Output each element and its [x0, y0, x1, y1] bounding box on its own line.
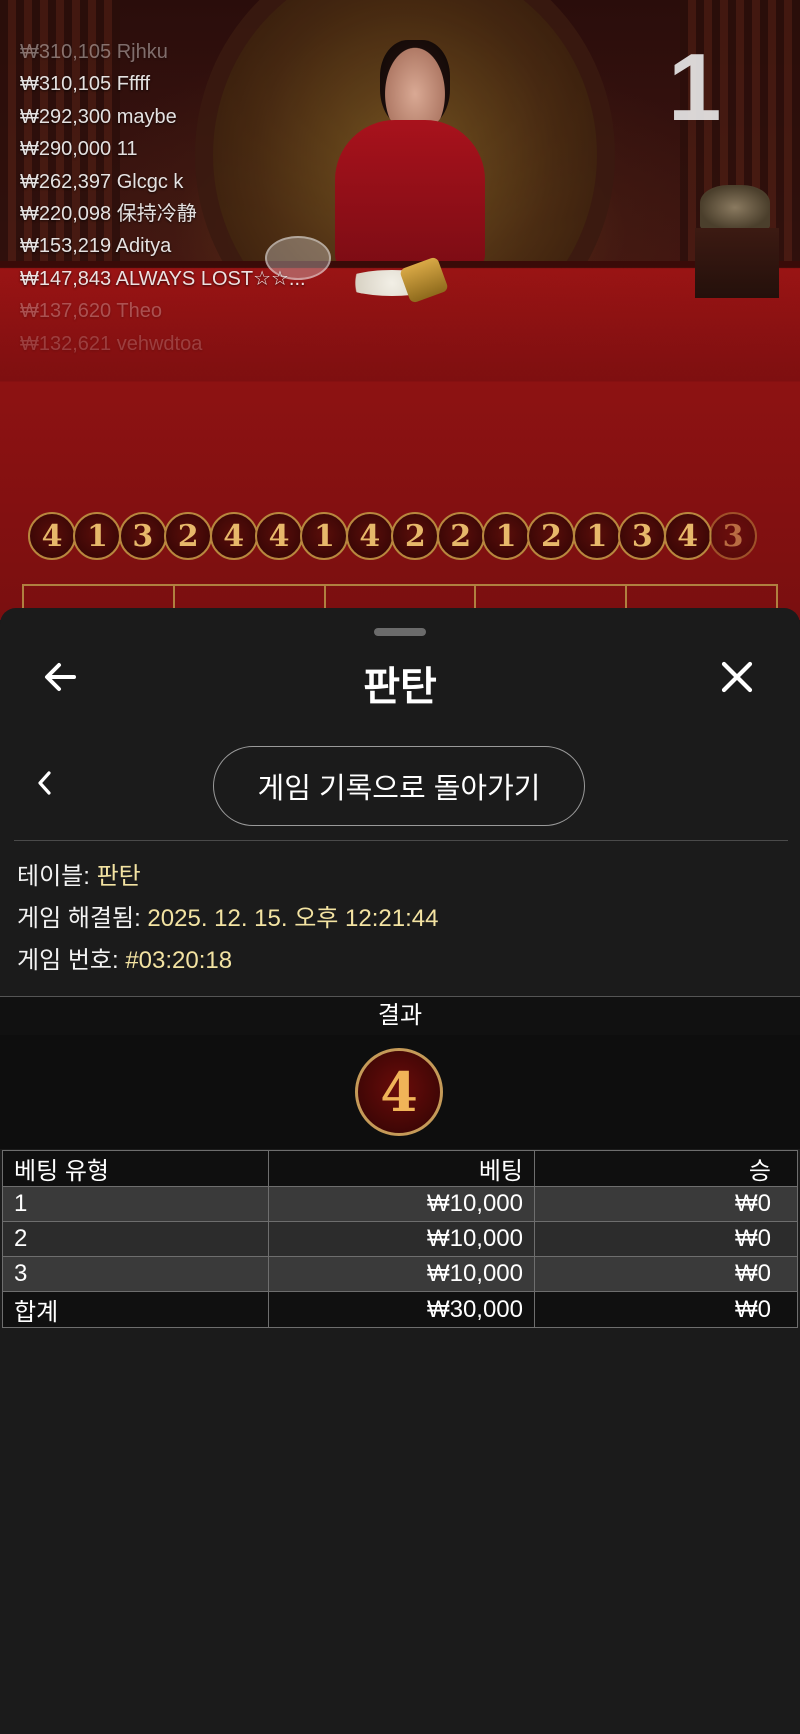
round-counter: 1 [668, 34, 722, 141]
history-result: 2 [391, 512, 440, 560]
winner-entry: ₩262,397 Glcgc k [20, 170, 184, 193]
winner-entry: ₩310,105 Fffff [20, 73, 151, 96]
game-detail-sheet: 판탄 게임 기록으로 돌아가기 테이블: 판탄 게임 해결됨: 2025. 12… [0, 608, 800, 1734]
close-icon[interactable] [716, 656, 758, 698]
dealer-dress [335, 120, 485, 270]
chevron-left-icon[interactable] [30, 768, 60, 798]
winner-entry: ₩220,098 保持冷静 [20, 203, 197, 226]
column-header-win: 승 [534, 1150, 798, 1187]
history-result: 3 [618, 512, 667, 560]
info-row-game-number: 게임 번호: #03:20:18 [17, 940, 438, 982]
total-label-cell: 합계 [2, 1291, 269, 1328]
bets-table: 베팅 유형 베팅 승 1 ₩10,000 ₩0 2 ₩10,000 ₩0 3 ₩… [2, 1150, 798, 1328]
result-display: 4 [0, 1035, 800, 1149]
winner-entry: ₩147,843 ALWAYS LOST☆☆... [20, 267, 306, 290]
bet-type-cell: 2 [2, 1221, 269, 1257]
history-result: 4 [28, 512, 76, 560]
results-history: 4 1 3 2 4 4 1 4 2 2 1 2 1 3 4 3 [28, 512, 758, 568]
column-header-bet-type: 베팅 유형 [2, 1150, 269, 1187]
dealer [380, 40, 450, 130]
winners-list: ₩310,105 Rjhku ₩310,105 Fffff ₩292,300 m… [20, 36, 306, 360]
resolved-value: 2025. 12. 15. 오후 12:21:44 [147, 905, 439, 932]
result-ball: 4 [355, 1048, 443, 1136]
winner-entry: ₩137,620 Theo [20, 300, 162, 323]
live-video-area: ₩310,105 Rjhku ₩310,105 Fffff ₩292,300 m… [0, 0, 800, 620]
history-result: 4 [209, 512, 258, 560]
history-result: 1 [300, 512, 349, 560]
history-result: 1 [572, 512, 621, 560]
table-header-row: 베팅 유형 베팅 승 [2, 1150, 798, 1187]
history-result: 4 [255, 512, 304, 560]
bet-type-cell: 1 [2, 1186, 269, 1222]
back-to-history-button[interactable]: 게임 기록으로 돌아가기 [213, 746, 585, 826]
dragon-statue [700, 185, 770, 230]
bet-amount-cell: ₩10,000 [268, 1221, 535, 1257]
win-amount-cell: ₩0 [534, 1256, 798, 1292]
history-result: 2 [164, 512, 213, 560]
table-label: 테이블: [17, 863, 90, 890]
winner-entry: ₩310,105 Rjhku [20, 41, 168, 63]
divider [14, 840, 788, 841]
game-info: 테이블: 판탄 게임 해결됨: 2025. 12. 15. 오후 12:21:4… [17, 856, 438, 982]
resolved-label: 게임 해결됨: [17, 905, 141, 932]
win-amount-cell: ₩0 [534, 1221, 798, 1257]
table-row: 3 ₩10,000 ₩0 [2, 1256, 798, 1292]
history-result: 4 [663, 512, 712, 560]
result-header: 결과 [0, 996, 800, 1036]
table-row: 2 ₩10,000 ₩0 [2, 1221, 798, 1257]
info-row-table: 테이블: 판탄 [17, 856, 438, 898]
info-row-resolved: 게임 해결됨: 2025. 12. 15. 오후 12:21:44 [17, 898, 438, 940]
total-row: 합계 ₩30,000 ₩0 [2, 1291, 798, 1328]
history-result: 2 [436, 512, 485, 560]
total-bet-cell: ₩30,000 [268, 1291, 535, 1328]
history-result: 3 [118, 512, 167, 560]
table-value: 판탄 [96, 863, 141, 890]
bet-type-cell: 3 [2, 1256, 269, 1292]
history-result: 2 [527, 512, 576, 560]
history-result: 1 [73, 512, 122, 560]
bet-amount-cell: ₩10,000 [268, 1256, 535, 1292]
winner-entry: ₩292,300 maybe [20, 105, 177, 128]
statue-stand [695, 228, 779, 298]
winner-entry: ₩290,000 11 [20, 138, 138, 161]
history-result: 1 [482, 512, 531, 560]
game-number-value: #03:20:18 [125, 947, 233, 974]
drag-handle[interactable] [374, 628, 426, 636]
win-amount-cell: ₩0 [534, 1186, 798, 1222]
total-win-cell: ₩0 [534, 1291, 798, 1328]
sheet-title: 판탄 [363, 665, 437, 709]
winner-entry: ₩153,219 Aditya [20, 235, 172, 258]
winner-entry: ₩132,621 vehwdtoa [20, 332, 203, 355]
bet-amount-cell: ₩10,000 [268, 1186, 535, 1222]
game-number-label: 게임 번호: [17, 947, 119, 974]
history-result: 4 [345, 512, 394, 560]
table-row: 1 ₩10,000 ₩0 [2, 1186, 798, 1222]
history-result: 3 [709, 512, 758, 560]
column-header-bet: 베팅 [268, 1150, 535, 1187]
